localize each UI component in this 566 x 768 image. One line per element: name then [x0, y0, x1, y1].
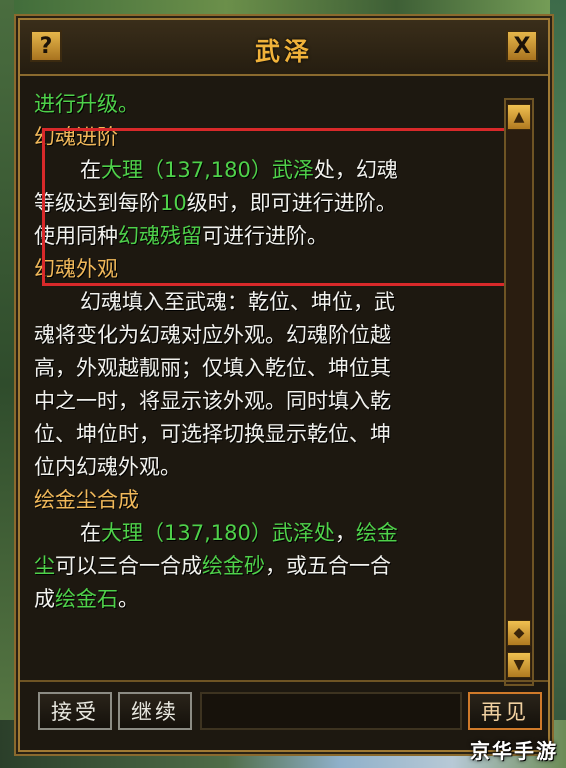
level-number: 10: [160, 191, 187, 215]
scroll-thumb-icon[interactable]: ◆: [507, 620, 531, 646]
dialog-titlebar: ? 武泽 X: [20, 20, 548, 76]
item-link-residue[interactable]: 幻魂残留: [118, 224, 202, 248]
dialog-scrollbar[interactable]: ▲ ◆ ▼: [504, 98, 534, 686]
dialog-text-content: 进行升级。 幻魂进阶 在大理（137,180）武泽处，幻魂 等级达到每阶10级时…: [34, 88, 496, 678]
appearance-line-5: 位、坤位时，可选择切换显示乾位、坤: [34, 422, 391, 446]
dialog-title: 武泽: [254, 37, 313, 66]
item-link-gold-stone[interactable]: 绘金石: [55, 587, 118, 611]
text-fragment: 使用同种: [34, 224, 118, 248]
continue-button[interactable]: 继续: [118, 692, 192, 730]
advance-line-3: 使用同种幻魂残留可进行进阶。: [34, 220, 496, 253]
game-background-left: [0, 0, 14, 768]
synthesis-line-2: 尘可以三合一合成绘金砂，或五合一合: [34, 550, 496, 583]
scroll-up-icon[interactable]: ▲: [507, 104, 531, 130]
appearance-line-3: 高，外观越靓丽；仅填入乾位、坤位其: [34, 356, 391, 380]
text-fragment: 在: [80, 158, 101, 182]
intro-line: 进行升级。: [34, 92, 139, 116]
dialog-button-bar: 接受 继续 再见: [20, 680, 548, 748]
advance-line-2: 等级达到每阶10级时，即可进行进阶。: [34, 187, 496, 220]
appearance-line-2: 魂将变化为幻魂对应外观。幻魂阶位越: [34, 323, 391, 347]
empty-button-slot: [200, 692, 462, 730]
item-link-gold-sand[interactable]: 绘金砂: [202, 554, 265, 578]
npc-location-link[interactable]: 大理（137,180）武泽: [101, 158, 314, 182]
section-heading-appearance: 幻魂外观: [34, 257, 118, 281]
appearance-line-6: 位内幻魂外观。: [34, 455, 181, 479]
text-fragment: 。: [118, 587, 139, 611]
scroll-down-icon[interactable]: ▼: [507, 652, 531, 678]
appearance-line-4: 中之一时，将显示该外观。同时填入乾: [34, 389, 391, 413]
text-fragment: 可以三合一合成: [55, 554, 202, 578]
item-link-gold-dust-end[interactable]: 尘: [34, 554, 55, 578]
close-icon[interactable]: X: [506, 30, 538, 62]
section-heading-advance: 幻魂进阶: [34, 125, 118, 149]
text-fragment: ，或五合一合: [265, 554, 391, 578]
section-heading-synthesis: 绘金尘合成: [34, 488, 139, 512]
text-fragment: ，: [334, 521, 356, 545]
watermark-logo: 京华手游: [470, 739, 558, 763]
advance-line-1: 在大理（137,180）武泽处，幻魂: [34, 154, 496, 187]
item-link-gold-dust[interactable]: 绘金: [356, 521, 398, 545]
text-fragment: 成: [34, 587, 55, 611]
npc-location-link[interactable]: 大理（137,180）武泽处: [101, 521, 335, 545]
bye-button[interactable]: 再见: [468, 692, 542, 730]
npc-dialog-window: ? 武泽 X 进行升级。 幻魂进阶 在大理（137,180）武泽处，幻魂 等级达…: [14, 14, 554, 756]
text-fragment: 处，幻魂: [313, 158, 398, 182]
accept-button[interactable]: 接受: [38, 692, 112, 730]
text-fragment: 级时，即可进行进阶。: [186, 191, 397, 215]
text-fragment: 在: [80, 521, 101, 545]
text-fragment: 等级达到每阶: [34, 191, 160, 215]
text-fragment: 可进行进阶。: [202, 224, 328, 248]
synthesis-line-1: 在大理（137,180）武泽处，绘金: [34, 517, 496, 550]
synthesis-line-3: 成绘金石。: [34, 583, 496, 616]
appearance-line-1: 幻魂填入至武魂：乾位、坤位，武: [80, 290, 395, 314]
